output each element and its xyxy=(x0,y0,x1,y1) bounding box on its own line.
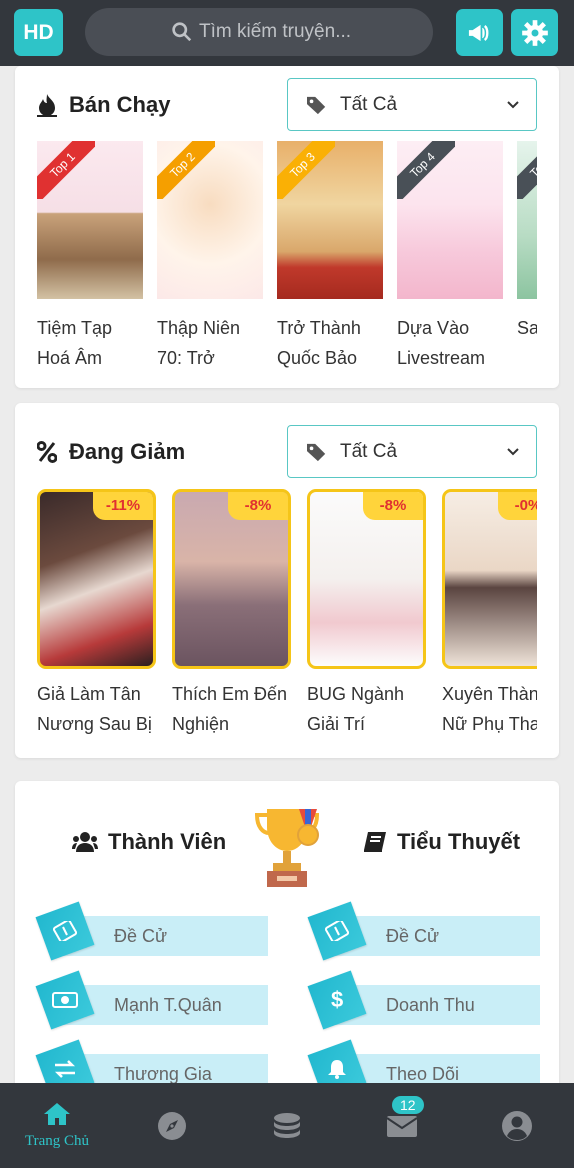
discount-filter-select[interactable]: Tất Cả xyxy=(287,425,537,478)
book-cover[interactable]: Top 5 xyxy=(517,141,537,299)
novels-ranking-item[interactable]: Doanh Thu $ xyxy=(307,970,544,1033)
members-ranking-title[interactable]: Thành Viên xyxy=(72,829,226,855)
search-input[interactable]: Tìm kiếm truyện... xyxy=(85,8,433,56)
tags-icon xyxy=(306,95,328,115)
discount-badge: -11% xyxy=(93,492,153,520)
novels-ranking-item[interactable]: Đề Cử xyxy=(307,901,544,964)
nav-explore[interactable] xyxy=(140,1083,204,1168)
settings-button[interactable] xyxy=(511,9,558,56)
book-item[interactable]: Top 5 Sau Đà xyxy=(517,141,537,373)
book-title[interactable]: Thích Em Đến Nghiện xyxy=(172,679,302,739)
nav-profile[interactable] xyxy=(485,1083,549,1168)
book-cover[interactable]: -11% xyxy=(37,489,156,669)
bestseller-filter-value: Tất Cả xyxy=(340,93,398,115)
search-icon xyxy=(172,22,192,42)
book-title[interactable]: Trở Thành Quốc Bảo xyxy=(277,313,383,373)
bestseller-row[interactable]: Top 1 Tiệm Tạp Hoá Âm Top 2 Thập Niên 70… xyxy=(37,141,537,381)
sale-book-item[interactable]: -11% Giả Làm Tân Nương Sau Bị xyxy=(37,489,156,739)
book-item[interactable]: Top 4 Dựa Vào Livestream xyxy=(397,141,503,373)
book-item[interactable]: Top 1 Tiệm Tạp Hoá Âm xyxy=(37,141,143,373)
top-bar: HD Tìm kiếm truyện... xyxy=(0,0,574,66)
book-title[interactable]: Thập Niên 70: Trở xyxy=(157,313,263,373)
bestseller-filter-select[interactable]: Tất Cả xyxy=(287,78,537,131)
bestseller-card: Bán Chạy Tất Cả Top 1 Tiệm Tạp Hoá Âm To… xyxy=(15,66,559,388)
rank-ribbon: Top 5 xyxy=(517,141,537,199)
members-ranking-item[interactable]: Đề Cử xyxy=(35,901,272,964)
book-cover[interactable]: Top 4 xyxy=(397,141,503,299)
rank-ribbon: Top 3 xyxy=(277,141,335,199)
users-icon xyxy=(72,831,98,853)
members-ranking-item[interactable]: Mạnh T.Quân xyxy=(35,970,272,1033)
home-icon xyxy=(44,1103,70,1125)
gear-icon xyxy=(521,19,548,46)
book-icon xyxy=(363,831,387,853)
novels-ranking-title[interactable]: Tiểu Thuyết xyxy=(363,829,520,855)
nav-coins[interactable] xyxy=(255,1083,319,1168)
percent-icon xyxy=(37,441,57,463)
discount-card: Đang Giảm Tất Cả -11% Giả Làm Tân Nương … xyxy=(15,403,559,758)
discount-badge: -0% xyxy=(498,492,537,520)
chevron-down-icon xyxy=(507,448,519,456)
search-placeholder: Tìm kiếm truyện... xyxy=(199,21,352,42)
book-cover[interactable]: Top 3 xyxy=(277,141,383,299)
rank-ribbon: Top 4 xyxy=(397,141,455,199)
compass-icon xyxy=(158,1111,186,1140)
bestseller-title: Bán Chạy xyxy=(37,92,170,118)
book-cover[interactable]: -8% xyxy=(307,489,426,669)
rank-ribbon: Top 1 xyxy=(37,141,95,199)
book-item[interactable]: Top 2 Thập Niên 70: Trở xyxy=(157,141,263,373)
fire-icon xyxy=(37,93,57,117)
coins-icon xyxy=(274,1112,300,1138)
nav-home[interactable]: Trang Chủ xyxy=(14,1083,100,1168)
book-title[interactable]: Dựa Vào Livestream xyxy=(397,313,503,373)
book-item[interactable]: Top 3 Trở Thành Quốc Bảo xyxy=(277,141,383,373)
rank-ribbon: Top 2 xyxy=(157,141,215,199)
logo[interactable]: HD xyxy=(14,9,63,56)
book-title[interactable]: Xuyên Thành Nữ Phụ Thar xyxy=(442,679,537,739)
announcement-button[interactable] xyxy=(456,9,503,56)
discount-row[interactable]: -11% Giả Làm Tân Nương Sau Bị -8% Thích … xyxy=(37,489,537,739)
discount-filter-value: Tất Cả xyxy=(340,440,398,462)
discount-badge: -8% xyxy=(228,492,288,520)
sale-book-item[interactable]: -8% BUG Ngành Giải Trí xyxy=(307,489,426,739)
mail-count-badge: 12 xyxy=(392,1096,424,1114)
sale-book-item[interactable]: -8% Thích Em Đến Nghiện xyxy=(172,489,291,739)
mail-icon xyxy=(386,1115,418,1137)
chevron-down-icon xyxy=(507,101,519,109)
bottom-nav: Trang Chủ 12 xyxy=(0,1083,574,1168)
book-cover[interactable]: -8% xyxy=(172,489,291,669)
nav-mail[interactable]: 12 xyxy=(370,1083,434,1168)
user-icon xyxy=(502,1110,532,1141)
book-title[interactable]: Sau Đà xyxy=(517,313,537,373)
discount-badge: -8% xyxy=(363,492,423,520)
discount-title: Đang Giảm xyxy=(37,439,185,465)
megaphone-icon xyxy=(468,24,488,41)
ranking-card: Thành Viên Tiểu Thuyết Đề Cử Mạnh T.Quân… xyxy=(15,781,559,1111)
nav-home-label: Trang Chủ xyxy=(24,1133,90,1149)
book-title[interactable]: Giả Làm Tân Nương Sau Bị xyxy=(37,679,167,739)
tags-icon xyxy=(306,442,328,462)
book-cover[interactable]: Top 1 xyxy=(37,141,143,299)
book-title[interactable]: BUG Ngành Giải Trí xyxy=(307,679,437,739)
sale-book-item[interactable]: -0% Xuyên Thành Nữ Phụ Thar xyxy=(442,489,537,739)
trophy-icon xyxy=(254,803,321,894)
book-title[interactable]: Tiệm Tạp Hoá Âm xyxy=(37,313,143,373)
book-cover[interactable]: Top 2 xyxy=(157,141,263,299)
book-cover[interactable]: -0% xyxy=(442,489,537,669)
